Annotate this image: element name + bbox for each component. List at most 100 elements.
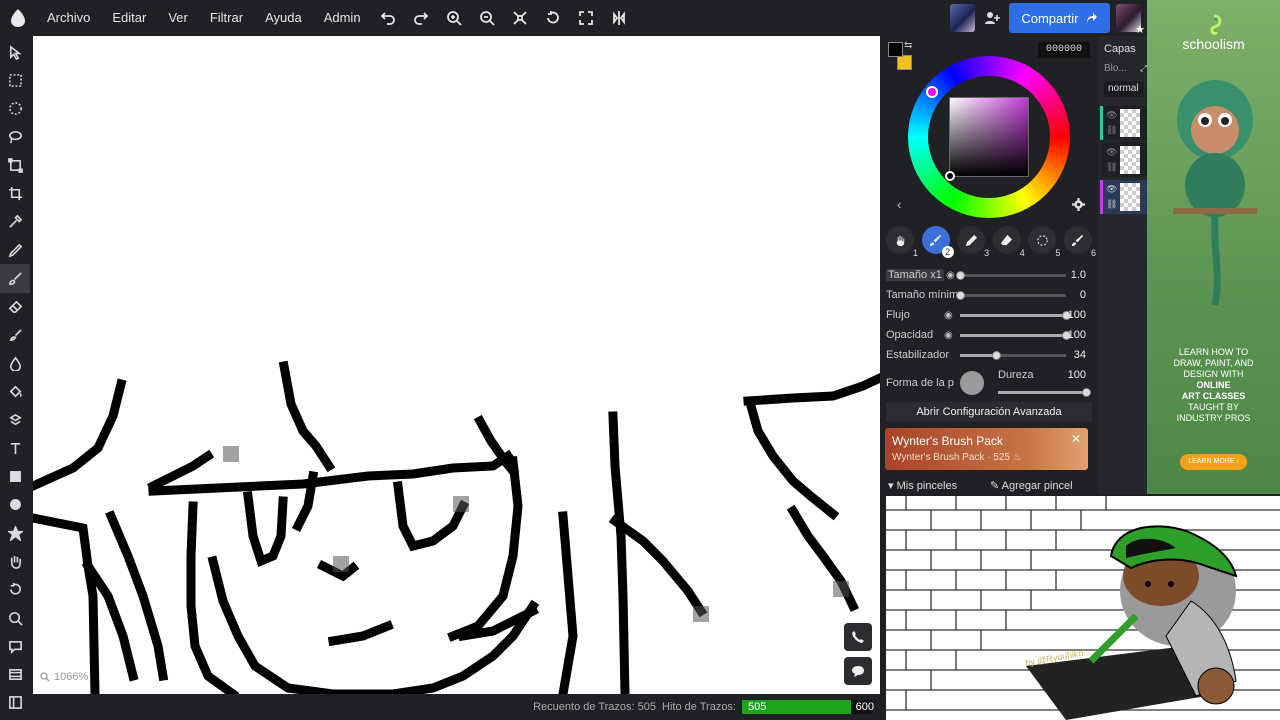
size-slider[interactable] [956,271,1066,280]
pressure-toggle-icon[interactable]: ◉ [944,330,958,341]
text-tool-icon[interactable] [0,434,30,462]
menu-filtrar[interactable]: Filtrar [199,0,254,36]
brush-tool-icon[interactable] [0,264,30,293]
slider-knob[interactable] [992,351,1002,360]
swap-colors-icon[interactable]: ⇆ [904,40,912,51]
zoom-level: 1066% [54,671,89,683]
brush-slot-number: 2 [941,246,954,258]
ellipse-select-icon[interactable] [0,95,30,123]
hand-icon[interactable] [0,547,30,575]
brush-slot-2[interactable]: 2 [921,226,954,258]
chevron-down-icon: ▾ [888,480,894,492]
hex-color-input[interactable]: 000000 [1038,42,1090,58]
menu-ayuda[interactable]: Ayuda [254,0,313,36]
eyedropper-icon[interactable] [0,208,30,236]
move-tool-icon[interactable] [0,38,30,66]
layer-item[interactable]: 👁 ⛓ [1100,143,1147,177]
zoom-tool-icon[interactable] [0,604,30,632]
avatar[interactable]: ★ [1116,4,1145,36]
tip-shape-preview[interactable] [960,371,984,395]
gradient-icon[interactable] [0,406,30,434]
fit-icon[interactable] [504,0,537,36]
layer-color-stripe [1100,143,1103,177]
lock-icon[interactable]: ⛓ [1106,199,1117,210]
avatar[interactable] [950,4,975,32]
stabilizer-slider[interactable] [960,351,1066,360]
fullscreen-icon[interactable] [570,0,603,36]
schoolism-ad[interactable]: schoolism LEARN HOW TO DRAW, PAINT, AND … [1147,0,1280,494]
rect-select-icon[interactable] [0,66,30,94]
eye-icon[interactable]: 👁 [1106,184,1117,195]
lasso-icon[interactable] [0,123,30,151]
timelapse-icon[interactable] [0,661,30,689]
brush-slot-1[interactable]: 1 [886,226,918,258]
ad-brand: schoolism [1182,36,1245,52]
color-picker-handle[interactable] [945,171,955,181]
slider-knob[interactable] [956,271,965,280]
share-button[interactable]: Compartir [1009,3,1111,33]
saturation-value-square[interactable] [945,97,1029,181]
brush-pack-promo[interactable]: Wynter's Brush Pack Wynter's Brush Pack … [885,428,1088,470]
blur-icon[interactable] [0,349,30,377]
min-size-slider[interactable] [956,291,1066,300]
brush-slot-number: 3 [984,248,990,258]
close-icon[interactable]: ✕ [1071,432,1081,446]
background-color-swatch[interactable] [897,55,912,70]
rotate-view-icon[interactable] [0,576,30,604]
layer-item[interactable]: 👁 ⛓ [1100,106,1147,140]
pressure-toggle-icon[interactable]: ◉ [944,310,958,321]
eraser-icon[interactable] [0,293,30,321]
pencil-icon[interactable] [0,236,30,264]
zoom-in-icon[interactable] [438,0,471,36]
slider-knob[interactable] [956,291,965,300]
chat-icon[interactable] [0,632,30,660]
brush-slot-6[interactable]: 6 [1063,226,1096,258]
advanced-settings-button[interactable]: Abrir Configuración Avanzada [886,402,1092,422]
menu-archivo[interactable]: Archivo [36,0,101,36]
color-wheel[interactable] [908,56,1070,218]
ellipse-shape-icon[interactable] [0,491,30,519]
settings-panel-icon[interactable] [0,689,30,717]
undo-icon[interactable] [372,0,405,36]
app-logo-icon[interactable] [0,0,36,36]
add-user-icon[interactable] [981,5,1004,31]
collapse-chevron-icon[interactable]: ‹ [897,197,901,212]
eye-icon[interactable]: 👁 [1106,110,1117,121]
hue-handle[interactable] [926,86,938,98]
lock-icon[interactable]: ⛓ [1106,162,1117,173]
crop-icon[interactable] [0,179,30,207]
eye-icon[interactable]: 👁 [1106,147,1117,158]
learn-more-button[interactable]: LEARN MORE › [1180,454,1247,470]
add-brush-button[interactable]: ✎ Agregar pincel [990,479,1073,492]
brush-slot-5[interactable]: 5 [1028,226,1060,258]
rectangle-shape-icon[interactable] [0,462,30,490]
brush-slot-4[interactable]: 4 [992,226,1025,258]
transform-icon[interactable] [0,151,30,179]
lock-icon[interactable]: ⛓ [1106,125,1117,136]
zoom-out-icon[interactable] [471,0,504,36]
rotate-icon[interactable] [537,0,570,36]
flip-icon[interactable] [603,0,636,36]
chat-button[interactable] [844,657,872,685]
star-shape-icon[interactable] [0,519,30,547]
menu-editar[interactable]: Editar [101,0,157,36]
drawing-canvas[interactable]: 1066% [33,36,880,694]
fill-icon[interactable] [0,378,30,406]
flow-slider[interactable] [960,311,1071,320]
call-button[interactable] [844,623,872,651]
menu-ver[interactable]: Ver [157,0,199,36]
blend-mode-select[interactable]: normal [1104,81,1144,97]
zoom-indicator[interactable]: 1066% [40,671,88,683]
slider-knob[interactable] [1082,388,1091,397]
my-brushes-label: Mis pinceles [896,480,958,492]
redo-icon[interactable] [405,0,438,36]
menu-admin[interactable]: Admin [313,0,372,36]
layer-item-active[interactable]: 👁 ⛓ [1100,180,1147,214]
smudge-icon[interactable] [0,321,30,349]
brush-slot-3[interactable]: 3 [957,226,989,258]
hardness-slider[interactable] [998,388,1091,397]
my-brushes-toggle[interactable]: ▾ Mis pinceles [888,479,957,492]
opacity-slider[interactable] [960,331,1071,340]
gear-icon[interactable] [1072,198,1085,211]
foreground-color-swatch[interactable] [888,42,903,57]
